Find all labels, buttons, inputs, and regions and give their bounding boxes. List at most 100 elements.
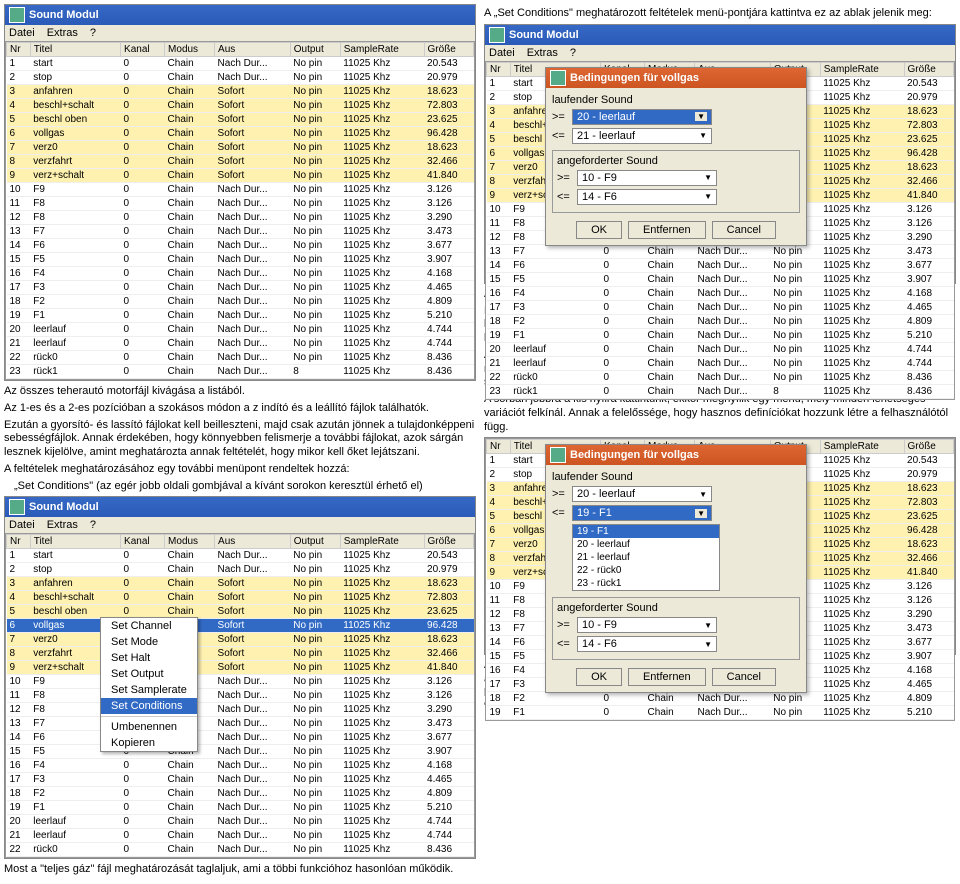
table-row[interactable]: 21leerlauf0ChainNach Dur...No pin11025 K… bbox=[7, 337, 474, 351]
table-row[interactable]: 18F20ChainNach Dur...No pin11025 Khz4.80… bbox=[7, 295, 474, 309]
table-row[interactable]: 19F10ChainNach Dur...No pin11025 Khz5.21… bbox=[7, 801, 474, 815]
list-item[interactable]: 21 - leerlauf bbox=[573, 551, 719, 564]
table-row[interactable]: 11F80ChainNach Dur...No pin11025 Khz3.12… bbox=[7, 197, 474, 211]
list-item[interactable]: 22 - rück0 bbox=[573, 564, 719, 577]
entfernen-button[interactable]: Entfernen bbox=[628, 221, 706, 239]
table-row[interactable]: 18F20ChainNach Dur...No pin11025 Khz4.80… bbox=[487, 314, 954, 328]
table-row[interactable]: 17F30ChainNach Dur...No pin11025 Khz4.46… bbox=[487, 300, 954, 314]
dialog-titlebar[interactable]: Bedingungen für vollgas bbox=[546, 68, 806, 88]
dropdown-ge-requested[interactable]: 10 - F9▼ bbox=[577, 617, 717, 633]
table-row[interactable]: 19F10ChainNach Dur...No pin11025 Khz5.21… bbox=[487, 706, 954, 720]
sound-table-2[interactable]: NrTitelKanalModusAusOutputSampleRateGröß… bbox=[5, 533, 475, 858]
table-row[interactable]: 14F60ChainNach Dur...No pin11025 Khz3.67… bbox=[487, 258, 954, 272]
ctx-item[interactable]: Set Samplerate bbox=[101, 682, 197, 698]
menu-datei[interactable]: Datei bbox=[9, 27, 35, 39]
table-row[interactable]: 15F50ChainNach Dur...No pin11025 Khz3.90… bbox=[7, 253, 474, 267]
ctx-item[interactable]: Umbenennen bbox=[101, 719, 197, 735]
titlebar[interactable]: Sound Modul bbox=[5, 5, 475, 25]
dropdown-ge-running[interactable]: 20 - leerlauf▼ bbox=[572, 486, 712, 502]
table-row[interactable]: 1start0ChainNach Dur...No pin11025 Khz20… bbox=[7, 57, 474, 71]
table-row[interactable]: 4beschl+schalt0ChainSofortNo pin11025 Kh… bbox=[7, 99, 474, 113]
table-row[interactable]: 5beschl oben0ChainSofortNo pin11025 Khz2… bbox=[7, 605, 474, 619]
menu-extras[interactable]: Extras bbox=[527, 47, 558, 59]
table-row[interactable]: 13F70ChainNach Dur...No pin11025 Khz3.47… bbox=[7, 225, 474, 239]
ctx-item[interactable]: Kopieren bbox=[101, 735, 197, 751]
table-row[interactable]: 22rück00ChainNach Dur...No pin11025 Khz8… bbox=[7, 843, 474, 857]
dropdown-ge-running[interactable]: 20 - leerlauf▼ bbox=[572, 109, 712, 125]
table-row[interactable]: 9verz+schalt0ChainSofortNo pin11025 Khz4… bbox=[7, 169, 474, 183]
table-row[interactable]: 8verzfahrt0ChainSofortNo pin11025 Khz32.… bbox=[7, 647, 474, 661]
table-row[interactable]: 12F80ChainNach Dur...No pin11025 Khz3.29… bbox=[7, 211, 474, 225]
cancel-button[interactable]: Cancel bbox=[712, 668, 776, 686]
table-row[interactable]: 8verzfahrt0ChainSofortNo pin11025 Khz32.… bbox=[7, 155, 474, 169]
ctx-item[interactable]: Set Conditions bbox=[101, 698, 197, 714]
menu-datei[interactable]: Datei bbox=[489, 47, 515, 59]
table-row[interactable]: 3anfahren0ChainSofortNo pin11025 Khz18.6… bbox=[7, 577, 474, 591]
ctx-item[interactable]: Set Channel bbox=[101, 618, 197, 634]
dropdown-le-requested[interactable]: 14 - F6▼ bbox=[577, 636, 717, 652]
table-row[interactable]: 3anfahren0ChainSofortNo pin11025 Khz18.6… bbox=[7, 85, 474, 99]
table-row[interactable]: 4beschl+schalt0ChainSofortNo pin11025 Kh… bbox=[7, 591, 474, 605]
dialog-titlebar[interactable]: Bedingungen für vollgas bbox=[546, 445, 806, 465]
table-row[interactable]: 15F50ChainNach Dur...No pin11025 Khz3.90… bbox=[487, 272, 954, 286]
table-row[interactable]: 21leerlauf0ChainNach Dur...No pin11025 K… bbox=[487, 356, 954, 370]
table-row[interactable]: 6vollgas0ChainSofortNo pin11025 Khz96.42… bbox=[7, 619, 474, 633]
table-row[interactable]: 2stop0ChainNach Dur...No pin11025 Khz20.… bbox=[7, 563, 474, 577]
table-row[interactable]: 16F40ChainNach Dur...No pin11025 Khz4.16… bbox=[7, 759, 474, 773]
table-row[interactable]: 1start0ChainNach Dur...No pin11025 Khz20… bbox=[7, 549, 474, 563]
dropdown-le-requested[interactable]: 14 - F6▼ bbox=[577, 189, 717, 205]
table-row[interactable]: 7verz00ChainSofortNo pin11025 Khz18.623 bbox=[7, 633, 474, 647]
table-row[interactable]: 22rück00ChainNach Dur...No pin11025 Khz8… bbox=[7, 351, 474, 365]
dropdown-le-running[interactable]: 21 - leerlauf▼ bbox=[572, 128, 712, 144]
table-row[interactable]: 9verz+schalt0ChainSofortNo pin11025 Khz4… bbox=[7, 661, 474, 675]
table-row[interactable]: 17F30ChainNach Dur...No pin11025 Khz4.46… bbox=[7, 773, 474, 787]
table-row[interactable]: 17F30ChainNach Dur...No pin11025 Khz4.46… bbox=[7, 281, 474, 295]
entfernen-button[interactable]: Entfernen bbox=[628, 668, 706, 686]
table-row[interactable]: 18F20ChainNach Dur...No pin11025 Khz4.80… bbox=[7, 787, 474, 801]
titlebar[interactable]: Sound Modul bbox=[485, 25, 955, 45]
table-row[interactable]: 16F40ChainNach Dur...No pin11025 Khz4.16… bbox=[7, 267, 474, 281]
menu-help[interactable]: ? bbox=[90, 27, 96, 39]
table-row[interactable]: 23rück10ChainNach Dur...811025 Khz8.436 bbox=[7, 365, 474, 379]
table-row[interactable]: 18F20ChainNach Dur...No pin11025 Khz4.80… bbox=[487, 692, 954, 706]
menu-datei[interactable]: Datei bbox=[9, 519, 35, 531]
ok-button[interactable]: OK bbox=[576, 221, 622, 239]
menu-help[interactable]: ? bbox=[90, 519, 96, 531]
table-row[interactable]: 19F10ChainNach Dur...No pin11025 Khz5.21… bbox=[487, 328, 954, 342]
table-row[interactable]: 5beschl oben0ChainSofortNo pin11025 Khz2… bbox=[7, 113, 474, 127]
dropdown-ge-requested[interactable]: 10 - F9▼ bbox=[577, 170, 717, 186]
table-row[interactable]: 13F70ChainNach Dur...No pin11025 Khz3.47… bbox=[7, 717, 474, 731]
sound-table-1[interactable]: NrTitelKanalModusAusOutputSampleRateGröß… bbox=[5, 41, 475, 380]
table-row[interactable]: 12F80ChainNach Dur...No pin11025 Khz3.29… bbox=[7, 703, 474, 717]
ok-button[interactable]: OK bbox=[576, 668, 622, 686]
menu-extras[interactable]: Extras bbox=[47, 519, 78, 531]
table-row[interactable]: 20leerlauf0ChainNach Dur...No pin11025 K… bbox=[7, 323, 474, 337]
menu-extras[interactable]: Extras bbox=[47, 27, 78, 39]
list-item[interactable]: 23 - rück1 bbox=[573, 577, 719, 590]
list-item[interactable]: 20 - leerlauf bbox=[573, 538, 719, 551]
ctx-item[interactable]: Set Mode bbox=[101, 634, 197, 650]
ctx-item[interactable]: Set Output bbox=[101, 666, 197, 682]
table-row[interactable]: 10F90ChainNach Dur...No pin11025 Khz3.12… bbox=[7, 675, 474, 689]
dropdown-list[interactable]: 19 - F120 - leerlauf21 - leerlauf22 - rü… bbox=[572, 524, 720, 591]
table-row[interactable]: 20leerlauf0ChainNach Dur...No pin11025 K… bbox=[7, 815, 474, 829]
list-item[interactable]: 19 - F1 bbox=[573, 525, 719, 538]
menubar[interactable]: Datei Extras? bbox=[485, 45, 955, 61]
table-row[interactable]: 19F10ChainNach Dur...No pin11025 Khz5.21… bbox=[7, 309, 474, 323]
table-row[interactable]: 14F60ChainNach Dur...No pin11025 Khz3.67… bbox=[7, 239, 474, 253]
table-row[interactable]: 14F60ChainNach Dur...No pin11025 Khz3.67… bbox=[7, 731, 474, 745]
table-row[interactable]: 16F40ChainNach Dur...No pin11025 Khz4.16… bbox=[487, 286, 954, 300]
table-row[interactable]: 6vollgas0ChainSofortNo pin11025 Khz96.42… bbox=[7, 127, 474, 141]
table-row[interactable]: 22rück00ChainNach Dur...No pin11025 Khz8… bbox=[487, 370, 954, 384]
menu-help[interactable]: ? bbox=[570, 47, 576, 59]
table-row[interactable]: 2stop0ChainNach Dur...No pin11025 Khz20.… bbox=[7, 71, 474, 85]
table-row[interactable]: 15F50ChainNach Dur...No pin11025 Khz3.90… bbox=[7, 745, 474, 759]
table-row[interactable]: 11F80ChainNach Dur...No pin11025 Khz3.12… bbox=[7, 689, 474, 703]
menubar[interactable]: Datei Extras? bbox=[5, 517, 475, 533]
titlebar[interactable]: Sound Modul bbox=[5, 497, 475, 517]
table-row[interactable]: 10F90ChainNach Dur...No pin11025 Khz3.12… bbox=[7, 183, 474, 197]
ctx-item[interactable]: Set Halt bbox=[101, 650, 197, 666]
table-row[interactable]: 13F70ChainNach Dur...No pin11025 Khz3.47… bbox=[487, 244, 954, 258]
table-row[interactable]: 7verz00ChainSofortNo pin11025 Khz18.623 bbox=[7, 141, 474, 155]
menubar[interactable]: Datei Extras? bbox=[5, 25, 475, 41]
